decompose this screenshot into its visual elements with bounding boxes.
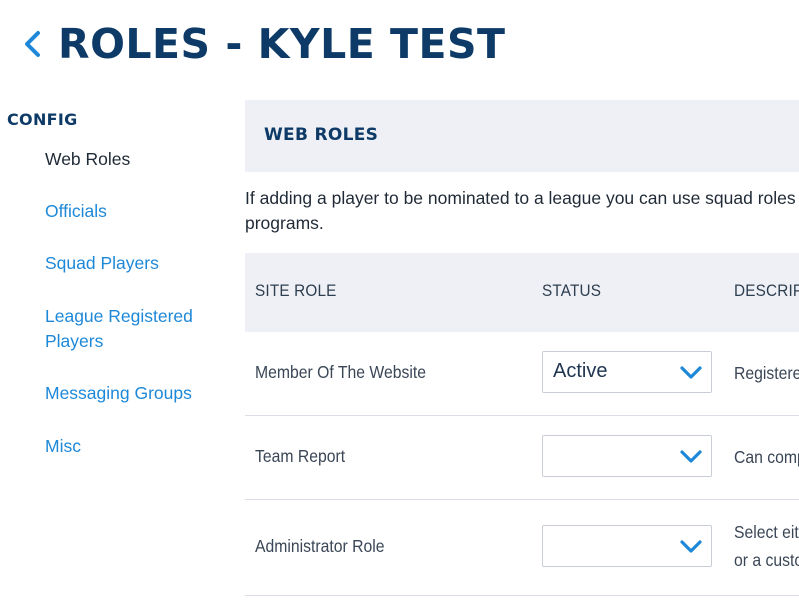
table-header: SITE ROLE STATUS DESCRIPT: [245, 253, 799, 332]
back-button[interactable]: [18, 26, 48, 62]
page-title: ROLES - KYLE TEST: [58, 20, 506, 68]
sidebar-item-misc[interactable]: Misc: [45, 434, 225, 459]
intro-line-1: If adding a player to be nominated to a …: [245, 188, 799, 208]
description-line-2: or a custo: [734, 550, 799, 570]
sidebar-item-squad-players[interactable]: Squad Players: [45, 251, 225, 276]
table-row: Team Report Can comp: [245, 416, 799, 500]
description-line-1: Registere: [734, 363, 799, 383]
role-name: Member Of The Website: [255, 362, 426, 382]
status-select[interactable]: [542, 525, 712, 567]
role-description: Select eit or a custo: [734, 518, 799, 574]
sidebar-item-officials[interactable]: Officials: [45, 199, 225, 224]
chevron-down-icon: [680, 540, 702, 553]
role-name: Team Report: [255, 446, 346, 466]
sidebar-item-league-registered-players[interactable]: League Registered Players: [45, 304, 225, 354]
status-value: Active: [553, 360, 608, 382]
intro-text: If adding a player to be nominated to a …: [245, 186, 799, 236]
table-row: Administrator Role Select eit or a custo: [245, 500, 799, 596]
role-name: Administrator Role: [255, 536, 385, 556]
sidebar-heading: CONFIG: [7, 110, 78, 129]
status-select[interactable]: [542, 435, 712, 477]
section-title: WEB ROLES: [264, 125, 379, 145]
page-header: ROLES - KYLE TEST: [0, 0, 799, 90]
main-content: WEB ROLES If adding a player to be nomin…: [245, 100, 799, 609]
table-row: Member Of The Website Active Registere: [245, 332, 799, 416]
role-description: Can comp: [734, 443, 799, 471]
description-line-1: Select eit: [734, 522, 799, 542]
sidebar-item-web-roles[interactable]: Web Roles: [45, 147, 225, 172]
description-line-1: Can comp: [734, 447, 799, 467]
section-header: WEB ROLES: [245, 100, 799, 172]
intro-line-2: programs.: [245, 213, 324, 233]
chevron-left-icon: [25, 31, 40, 57]
column-header-description: DESCRIPT: [734, 281, 799, 300]
page: ROLES - KYLE TEST CONFIG Web Roles Offic…: [0, 0, 799, 609]
column-header-site-role: SITE ROLE: [255, 281, 337, 300]
chevron-down-icon: [680, 450, 702, 463]
role-description: Registere: [734, 359, 799, 387]
chevron-down-icon: [680, 366, 702, 379]
status-select[interactable]: Active: [542, 351, 712, 393]
column-header-status: STATUS: [542, 281, 602, 300]
sidebar-item-messaging-groups[interactable]: Messaging Groups: [45, 381, 225, 406]
